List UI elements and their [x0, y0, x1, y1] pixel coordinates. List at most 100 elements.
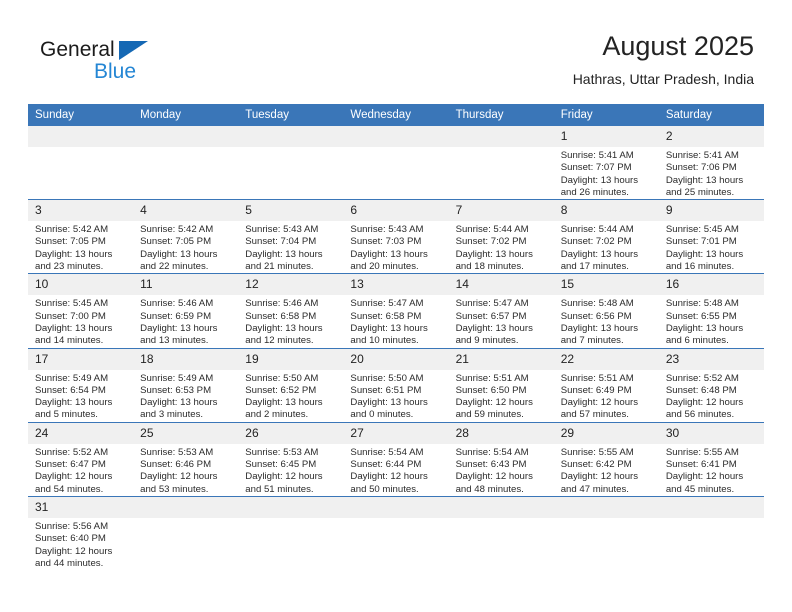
- day-number: 29: [553, 422, 659, 444]
- sunrise-text: Sunrise: 5:44 AM: [560, 224, 634, 236]
- day-details: Sunrise: 5:45 AM Sunset: 7:00 PM Daylight:…: [28, 295, 133, 347]
- calendar-day-cell[interactable]: 13 Sunrise: 5:47 AM Sunset: 6:58 PM Dayligh…: [343, 273, 449, 349]
- daylight-text-line1: Daylight: 13 hours: [350, 322, 428, 334]
- sunrise-text: Sunrise: 5:52 AM: [35, 446, 109, 458]
- day-number: 18: [133, 348, 239, 370]
- calendar-empty-cell: [343, 495, 449, 571]
- calendar-day-cell[interactable]: 9 Sunrise: 5:45 AM Sunset: 7:01 PM Daylight…: [658, 199, 764, 274]
- day-cell-inner: 9 Sunrise: 5:45 AM Sunset: 7:01 PM Daylight…: [658, 200, 764, 273]
- calendar-day-cell[interactable]: 17 Sunrise: 5:49 AM Sunset: 6:54 PM Dayligh…: [28, 347, 134, 423]
- sunrise-text: Sunrise: 5:42 AM: [140, 224, 214, 236]
- calendar-week-row: 1 Sunrise: 5:41 AM Sunset: 7:07 PM Daylight…: [28, 126, 764, 200]
- page-subtitle: Hathras, Uttar Pradesh, India: [572, 71, 754, 87]
- calendar-day-cell[interactable]: 15 Sunrise: 5:48 AM Sunset: 6:56 PM Dayligh…: [553, 273, 659, 349]
- sunrise-text: Sunrise: 5:47 AM: [350, 298, 424, 310]
- calendar-week-row: 24 Sunrise: 5:52 AM Sunset: 6:47 PM Dayligh…: [28, 421, 764, 497]
- day-number: [343, 126, 449, 147]
- day-number: [448, 496, 554, 518]
- calendar-day-cell[interactable]: 29 Sunrise: 5:55 AM Sunset: 6:42 PM Dayligh…: [553, 421, 659, 497]
- calendar-day-cell[interactable]: 28 Sunrise: 5:54 AM Sunset: 6:43 PM Dayligh…: [448, 421, 554, 497]
- day-cell-inner: [28, 126, 134, 199]
- day-details: Sunrise: 5:53 AM Sunset: 6:46 PM Daylight:…: [133, 444, 238, 496]
- day-details: Sunrise: 5:47 AM Sunset: 6:57 PM Daylight:…: [449, 295, 554, 347]
- sunrise-text: Sunrise: 5:54 AM: [350, 446, 424, 458]
- calendar-day-cell[interactable]: 22 Sunrise: 5:51 AM Sunset: 6:49 PM Dayligh…: [553, 347, 659, 423]
- sunrise-text: Sunrise: 5:43 AM: [350, 224, 424, 236]
- daylight-text-line1: Daylight: 13 hours: [35, 248, 113, 260]
- calendar-day-cell[interactable]: 6 Sunrise: 5:43 AM Sunset: 7:03 PM Daylight…: [343, 199, 449, 274]
- daylight-text-line2: and 50 minutes.: [350, 483, 419, 495]
- day-number: 3: [28, 200, 134, 222]
- calendar-day-cell[interactable]: 8 Sunrise: 5:44 AM Sunset: 7:02 PM Daylight…: [553, 199, 659, 274]
- sunset-text: Sunset: 6:55 PM: [665, 310, 737, 322]
- calendar-day-cell[interactable]: 16 Sunrise: 5:48 AM Sunset: 6:55 PM Dayligh…: [658, 273, 764, 349]
- daylight-text-line2: and 59 minutes.: [455, 409, 524, 421]
- calendar-day-cell[interactable]: 23 Sunrise: 5:52 AM Sunset: 6:48 PM Dayligh…: [658, 347, 764, 423]
- calendar-day-cell[interactable]: 4 Sunrise: 5:42 AM Sunset: 7:05 PM Daylight…: [133, 199, 239, 274]
- calendar-day-cell[interactable]: 14 Sunrise: 5:47 AM Sunset: 6:57 PM Dayligh…: [448, 273, 554, 349]
- day-number: 26: [238, 422, 344, 444]
- sunset-text: Sunset: 7:06 PM: [665, 162, 737, 174]
- sunrise-text: Sunrise: 5:51 AM: [455, 372, 529, 384]
- calendar-day-cell[interactable]: 11 Sunrise: 5:46 AM Sunset: 6:59 PM Dayligh…: [133, 273, 239, 349]
- daylight-text-line2: and 2 minutes.: [245, 409, 309, 421]
- calendar-day-cell[interactable]: 10 Sunrise: 5:45 AM Sunset: 7:00 PM Dayligh…: [28, 273, 134, 349]
- calendar-day-cell[interactable]: 18 Sunrise: 5:49 AM Sunset: 6:53 PM Dayligh…: [133, 347, 239, 423]
- calendar-day-cell[interactable]: 26 Sunrise: 5:53 AM Sunset: 6:45 PM Dayligh…: [238, 421, 344, 497]
- daylight-text-line2: and 12 minutes.: [245, 335, 314, 347]
- sunset-text: Sunset: 7:03 PM: [350, 236, 422, 248]
- day-number: 13: [343, 274, 449, 296]
- sunset-text: Sunset: 6:58 PM: [350, 310, 422, 322]
- day-cell-inner: [553, 496, 659, 570]
- day-number: 8: [553, 200, 659, 222]
- calendar-day-cell[interactable]: 24 Sunrise: 5:52 AM Sunset: 6:47 PM Dayligh…: [28, 421, 134, 497]
- day-number: 28: [448, 422, 554, 444]
- calendar-empty-cell: [658, 495, 764, 571]
- calendar-day-cell[interactable]: 3 Sunrise: 5:42 AM Sunset: 7:05 PM Daylight…: [28, 199, 134, 274]
- sunrise-text: Sunrise: 5:44 AM: [455, 224, 529, 236]
- sunrise-text: Sunrise: 5:41 AM: [665, 150, 739, 161]
- sunrise-text: Sunrise: 5:45 AM: [35, 298, 109, 310]
- calendar-day-cell[interactable]: 30 Sunrise: 5:55 AM Sunset: 6:41 PM Dayligh…: [658, 421, 764, 497]
- calendar-day-cell[interactable]: 31 Sunrise: 5:56 AM Sunset: 6:40 PM Dayligh…: [28, 495, 134, 571]
- calendar-day-cell[interactable]: 25 Sunrise: 5:53 AM Sunset: 6:46 PM Dayligh…: [133, 421, 239, 497]
- calendar-day-cell[interactable]: 2 Sunrise: 5:41 AM Sunset: 7:06 PM Daylight…: [658, 126, 764, 200]
- calendar-day-cell[interactable]: 19 Sunrise: 5:50 AM Sunset: 6:52 PM Dayligh…: [238, 347, 344, 423]
- daylight-text-line1: Daylight: 13 hours: [560, 174, 639, 186]
- day-details: Sunrise: 5:53 AM Sunset: 6:45 PM Daylight:…: [238, 444, 343, 496]
- calendar-empty-cell: [133, 126, 239, 200]
- title-block: August 2025 Hathras, Uttar Pradesh, Indi…: [573, 30, 754, 89]
- sunrise-text: Sunrise: 5:50 AM: [245, 372, 319, 384]
- daylight-text-line2: and 21 minutes.: [245, 261, 314, 273]
- daylight-text-line1: Daylight: 12 hours: [35, 471, 113, 483]
- calendar-day-cell[interactable]: 5 Sunrise: 5:43 AM Sunset: 7:04 PM Daylight…: [238, 199, 344, 274]
- day-cell-inner: 20 Sunrise: 5:50 AM Sunset: 6:51 PM Dayligh…: [343, 348, 449, 422]
- sunrise-sunset-calendar: Sunday Monday Tuesday Wednesday Thursday…: [28, 104, 764, 571]
- calendar-header-row: Sunday Monday Tuesday Wednesday Thursday…: [28, 104, 764, 126]
- day-cell-inner: 15 Sunrise: 5:48 AM Sunset: 6:56 PM Dayligh…: [553, 274, 659, 347]
- daylight-text-line2: and 23 minutes.: [35, 261, 104, 273]
- calendar-day-cell[interactable]: 12 Sunrise: 5:46 AM Sunset: 6:58 PM Dayligh…: [238, 273, 344, 349]
- calendar-day-cell[interactable]: 21 Sunrise: 5:51 AM Sunset: 6:50 PM Dayligh…: [448, 347, 554, 423]
- sunrise-text: Sunrise: 5:50 AM: [350, 372, 424, 384]
- calendar-day-cell[interactable]: 7 Sunrise: 5:44 AM Sunset: 7:02 PM Daylight…: [448, 199, 554, 274]
- day-number: 12: [238, 274, 344, 296]
- sunrise-text: Sunrise: 5:53 AM: [245, 446, 319, 458]
- day-number: 20: [343, 348, 449, 370]
- day-cell-inner: [343, 126, 449, 199]
- day-cell-inner: [133, 126, 239, 199]
- daylight-text-line1: Daylight: 13 hours: [350, 248, 428, 260]
- day-number: 9: [658, 200, 764, 222]
- daylight-text-line2: and 54 minutes.: [35, 483, 104, 495]
- daylight-text-line2: and 10 minutes.: [350, 335, 419, 347]
- general-blue-logo[interactable]: General Blue: [40, 38, 240, 92]
- sunrise-text: Sunrise: 5:41 AM: [560, 150, 634, 161]
- daylight-text-line2: and 18 minutes.: [455, 261, 524, 273]
- day-number: [133, 496, 239, 518]
- calendar-day-cell[interactable]: 20 Sunrise: 5:50 AM Sunset: 6:51 PM Dayligh…: [343, 347, 449, 423]
- calendar-day-cell[interactable]: 1 Sunrise: 5:41 AM Sunset: 7:07 PM Daylight…: [553, 126, 659, 200]
- daylight-text-line2: and 20 minutes.: [350, 261, 419, 273]
- day-details: Sunrise: 5:48 AM Sunset: 6:55 PM Daylight:…: [659, 295, 764, 347]
- calendar-day-cell[interactable]: 27 Sunrise: 5:54 AM Sunset: 6:44 PM Dayligh…: [343, 421, 449, 497]
- sunset-text: Sunset: 6:41 PM: [665, 459, 737, 471]
